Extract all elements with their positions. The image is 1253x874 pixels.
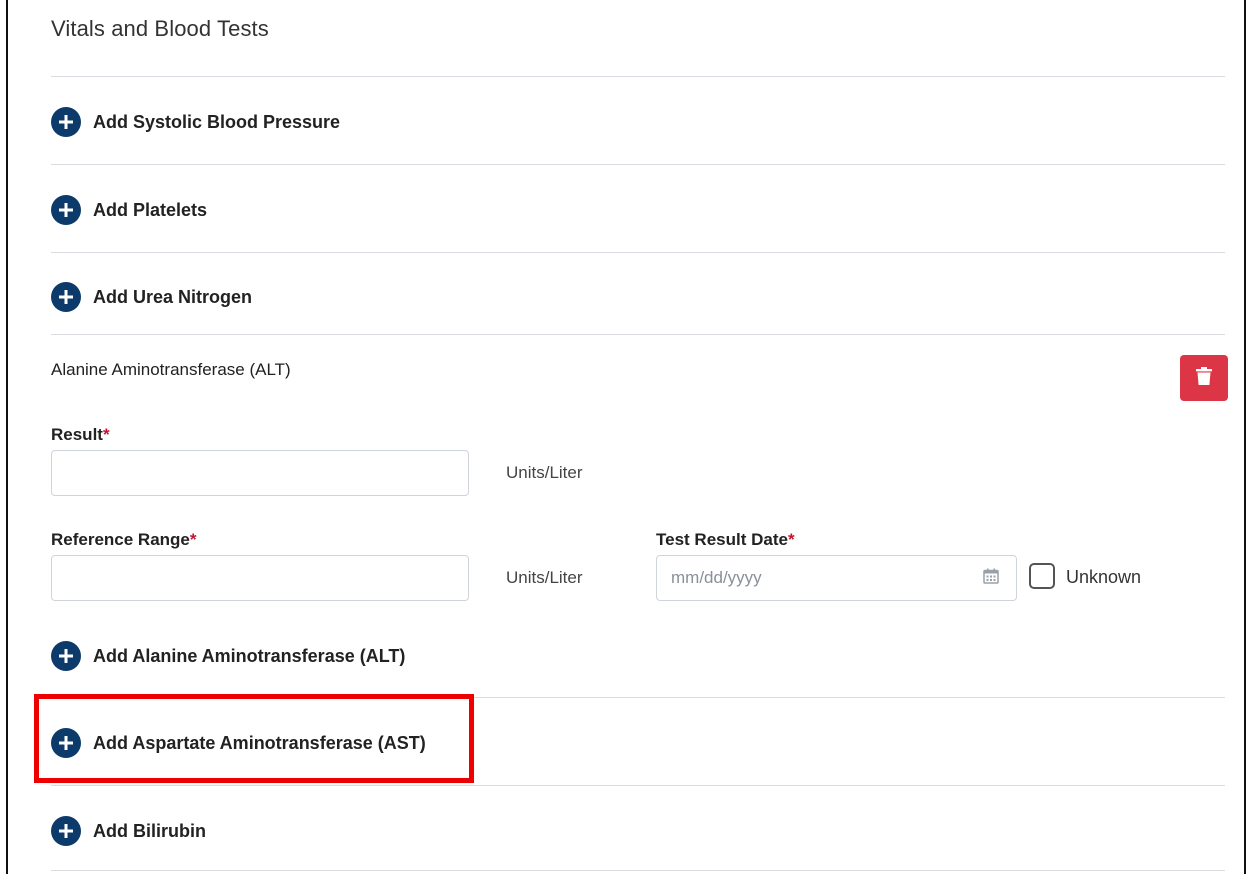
divider — [51, 76, 1225, 77]
divider — [51, 697, 1225, 698]
test-result-date-label: Test Result Date* — [656, 530, 795, 549]
add-bilirubin-button[interactable]: Add Bilirubin — [51, 816, 206, 846]
add-urea-nitrogen-button[interactable]: Add Urea Nitrogen — [51, 282, 252, 312]
divider — [51, 785, 1225, 786]
section-title: Vitals and Blood Tests — [51, 16, 269, 41]
add-alt-label: Add Alanine Aminotransferase (ALT) — [93, 645, 406, 666]
add-systolic-label: Add Systolic Blood Pressure — [93, 111, 341, 132]
result-label: Result* — [51, 425, 110, 444]
add-urea-label: Add Urea Nitrogen — [93, 286, 253, 307]
test-result-date-input[interactable] — [656, 555, 1017, 601]
add-platelets-button[interactable]: Add Platelets — [51, 195, 207, 225]
divider — [51, 164, 1225, 165]
reference-range-units: Units/Liter — [506, 568, 583, 587]
result-input[interactable] — [51, 450, 469, 496]
plus-circle-icon — [51, 195, 81, 225]
add-ast-label: Add Aspartate Aminotransferase (AST) — [93, 732, 426, 753]
plus-circle-icon — [51, 816, 81, 846]
calendar-icon[interactable] — [983, 568, 999, 589]
unknown-label: Unknown — [1066, 567, 1142, 587]
plus-circle-icon — [51, 728, 81, 758]
add-platelets-label: Add Platelets — [93, 199, 208, 220]
alt-panel-title: Alanine Aminotransferase (ALT) — [51, 360, 291, 379]
result-units: Units/Liter — [506, 463, 583, 482]
divider — [51, 252, 1225, 253]
add-ast-button[interactable]: Add Aspartate Aminotransferase (AST) — [51, 728, 426, 758]
divider — [51, 870, 1225, 871]
divider — [51, 334, 1225, 335]
plus-circle-icon — [51, 282, 81, 312]
reference-range-input[interactable] — [51, 555, 469, 601]
add-alt-button[interactable]: Add Alanine Aminotransferase (ALT) — [51, 641, 405, 671]
reference-range-label: Reference Range* — [51, 530, 197, 549]
unknown-checkbox[interactable] — [1029, 563, 1055, 589]
plus-circle-icon — [51, 641, 81, 671]
delete-alt-button[interactable] — [1180, 355, 1228, 401]
add-systolic-blood-pressure-button[interactable]: Add Systolic Blood Pressure — [51, 107, 340, 137]
trash-icon — [1196, 366, 1212, 390]
plus-circle-icon — [51, 107, 81, 137]
add-bilirubin-label: Add Bilirubin — [93, 820, 206, 841]
